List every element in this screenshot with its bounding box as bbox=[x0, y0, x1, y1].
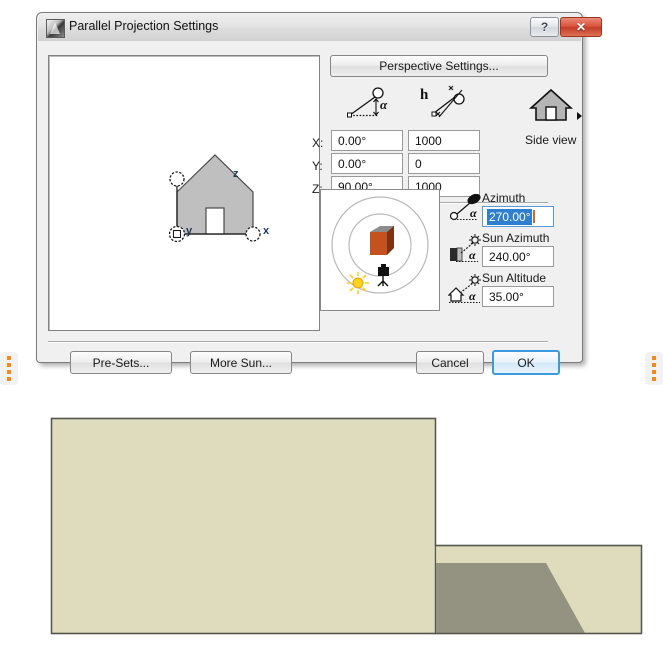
sun-altitude-label: Sun Altitude bbox=[482, 271, 547, 285]
azimuth-field[interactable]: 270.00° bbox=[482, 206, 554, 227]
x-angle-field[interactable]: 0.00° bbox=[331, 130, 403, 151]
sun-house-angle-icon: α bbox=[447, 274, 484, 307]
row-label-y: Y: bbox=[312, 159, 323, 173]
preview-handle-z bbox=[169, 171, 185, 187]
ok-button[interactable]: OK bbox=[492, 350, 560, 375]
house-side-view-icon[interactable] bbox=[528, 87, 574, 126]
preview-axis-label-z: z bbox=[233, 168, 239, 180]
footer-divider bbox=[48, 341, 548, 343]
elevation-shadow-mass bbox=[436, 563, 585, 633]
camera-angle-icon: α bbox=[449, 193, 484, 225]
chevron-right-icon[interactable] bbox=[576, 110, 584, 124]
dialog-body: z y x Perspective Settings... α h Side v… bbox=[38, 41, 584, 375]
compass-building-front bbox=[370, 232, 387, 255]
cancel-button[interactable]: Cancel bbox=[416, 351, 484, 374]
height-h-icon: h bbox=[418, 83, 476, 124]
help-button[interactable]: ? bbox=[530, 17, 559, 37]
svg-text:α: α bbox=[470, 206, 477, 220]
side-view-label: Side view bbox=[525, 133, 577, 147]
svg-text:α: α bbox=[469, 248, 476, 262]
y-angle-field[interactable]: 0.00° bbox=[331, 153, 403, 174]
preview-house-svg bbox=[168, 154, 261, 243]
parallel-projection-settings-dialog: Parallel Projection Settings ? ✕ z y x P… bbox=[36, 12, 602, 375]
row-label-x: X: bbox=[312, 136, 324, 150]
dialog-title: Parallel Projection Settings bbox=[69, 19, 219, 33]
preview-house-door bbox=[205, 207, 225, 235]
preview-axis-label-x: x bbox=[263, 225, 270, 237]
svg-text:α: α bbox=[469, 289, 476, 303]
sun-azimuth-label: Sun Azimuth bbox=[482, 231, 550, 245]
azimuth-label: Azimuth bbox=[482, 191, 526, 205]
left-edge-marker[interactable] bbox=[0, 352, 18, 385]
close-button[interactable]: ✕ bbox=[560, 17, 602, 37]
y-distance-field[interactable]: 0 bbox=[408, 153, 480, 174]
perspective-settings-button[interactable]: Perspective Settings... bbox=[330, 55, 548, 77]
right-edge-marker[interactable] bbox=[645, 352, 663, 385]
compass-camera-icon bbox=[377, 264, 389, 287]
svg-text:h: h bbox=[420, 87, 429, 103]
more-sun-button[interactable]: More Sun... bbox=[190, 351, 292, 374]
preview-handle-x bbox=[245, 226, 261, 242]
sun-compass-widget[interactable] bbox=[320, 189, 440, 311]
text-caret bbox=[532, 210, 535, 223]
preview-origin-square bbox=[172, 229, 182, 239]
projection-preview[interactable]: z y x bbox=[48, 55, 320, 331]
elevation-right-wall bbox=[434, 544, 643, 635]
x-distance-field[interactable]: 1000 bbox=[408, 130, 480, 151]
svg-text:α: α bbox=[380, 97, 388, 112]
compass-sun-icon bbox=[347, 272, 369, 294]
presets-button[interactable]: Pre-Sets... bbox=[70, 351, 172, 374]
archicad-logo-icon bbox=[46, 19, 65, 38]
elevation-main-wall bbox=[50, 417, 437, 635]
dialog-titlebar[interactable]: Parallel Projection Settings ? ✕ bbox=[38, 14, 602, 42]
sun-azimuth-field[interactable]: 240.00° bbox=[482, 246, 554, 267]
angle-alpha-icon: α bbox=[338, 86, 398, 124]
elevation-outline bbox=[50, 417, 643, 635]
sun-wall-angle-icon: α bbox=[448, 234, 484, 267]
azimuth-value: 270.00° bbox=[487, 208, 532, 225]
sun-altitude-field[interactable]: 35.00° bbox=[482, 286, 554, 307]
preview-axis-label-y: y bbox=[186, 225, 193, 237]
compass-svg bbox=[331, 196, 429, 294]
